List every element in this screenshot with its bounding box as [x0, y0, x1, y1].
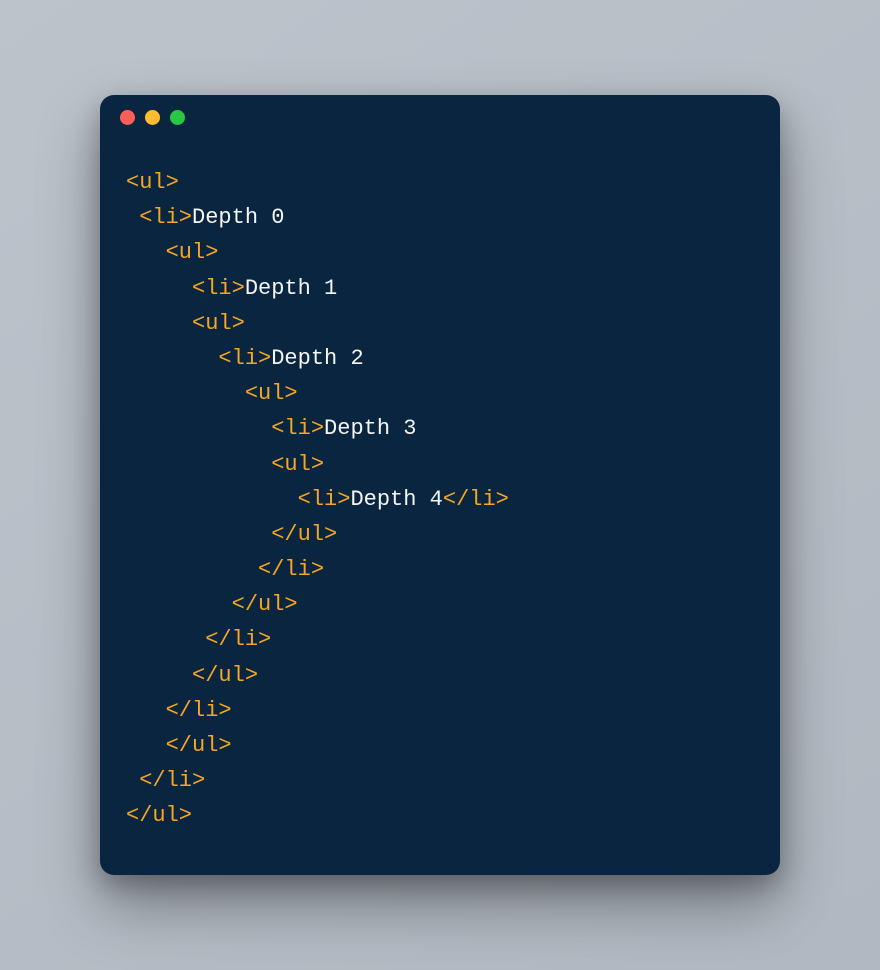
- code-line: <ul>: [126, 447, 754, 482]
- code-window: <ul> <li>Depth 0 <ul> <li>Depth 1 <ul> <…: [100, 95, 780, 875]
- code-text: Depth 2: [271, 346, 363, 371]
- html-tag: <li>: [298, 487, 351, 512]
- code-line: <li>Depth 3: [126, 411, 754, 446]
- html-tag: <li>: [139, 205, 192, 230]
- code-line: </ul>: [126, 728, 754, 763]
- code-text: Depth 4: [350, 487, 442, 512]
- titlebar: [100, 95, 780, 139]
- code-line: <ul>: [126, 235, 754, 270]
- code-line: </ul>: [126, 798, 754, 833]
- html-tag: <li>: [218, 346, 271, 371]
- code-line: </ul>: [126, 658, 754, 693]
- html-tag: <li>: [271, 416, 324, 441]
- html-tag: <ul>: [245, 381, 298, 406]
- html-tag: </li>: [205, 627, 271, 652]
- html-tag: </li>: [166, 698, 232, 723]
- close-icon[interactable]: [120, 110, 135, 125]
- maximize-icon[interactable]: [170, 110, 185, 125]
- code-line: </li>: [126, 552, 754, 587]
- code-line: </li>: [126, 622, 754, 657]
- html-tag: </ul>: [166, 733, 232, 758]
- code-line: </li>: [126, 763, 754, 798]
- code-line: <ul>: [126, 165, 754, 200]
- code-line: <li>Depth 0: [126, 200, 754, 235]
- code-block: <ul> <li>Depth 0 <ul> <li>Depth 1 <ul> <…: [100, 139, 780, 854]
- html-tag: </ul>: [192, 663, 258, 688]
- html-tag: <ul>: [192, 311, 245, 336]
- html-tag: </ul>: [232, 592, 298, 617]
- code-line: <li>Depth 4</li>: [126, 482, 754, 517]
- html-tag: <ul>: [126, 170, 179, 195]
- code-line: <li>Depth 1: [126, 271, 754, 306]
- code-line: </ul>: [126, 517, 754, 552]
- code-line: </ul>: [126, 587, 754, 622]
- code-line: <li>Depth 2: [126, 341, 754, 376]
- html-tag: <ul>: [271, 452, 324, 477]
- code-line: <ul>: [126, 376, 754, 411]
- html-tag: </ul>: [126, 803, 192, 828]
- minimize-icon[interactable]: [145, 110, 160, 125]
- html-tag: </li>: [139, 768, 205, 793]
- html-tag: </ul>: [271, 522, 337, 547]
- code-line: </li>: [126, 693, 754, 728]
- code-text: Depth 0: [192, 205, 284, 230]
- html-tag: </li>: [443, 487, 509, 512]
- code-text: Depth 1: [245, 276, 337, 301]
- code-text: Depth 3: [324, 416, 416, 441]
- html-tag: <ul>: [166, 240, 219, 265]
- code-line: <ul>: [126, 306, 754, 341]
- html-tag: </li>: [258, 557, 324, 582]
- html-tag: <li>: [192, 276, 245, 301]
